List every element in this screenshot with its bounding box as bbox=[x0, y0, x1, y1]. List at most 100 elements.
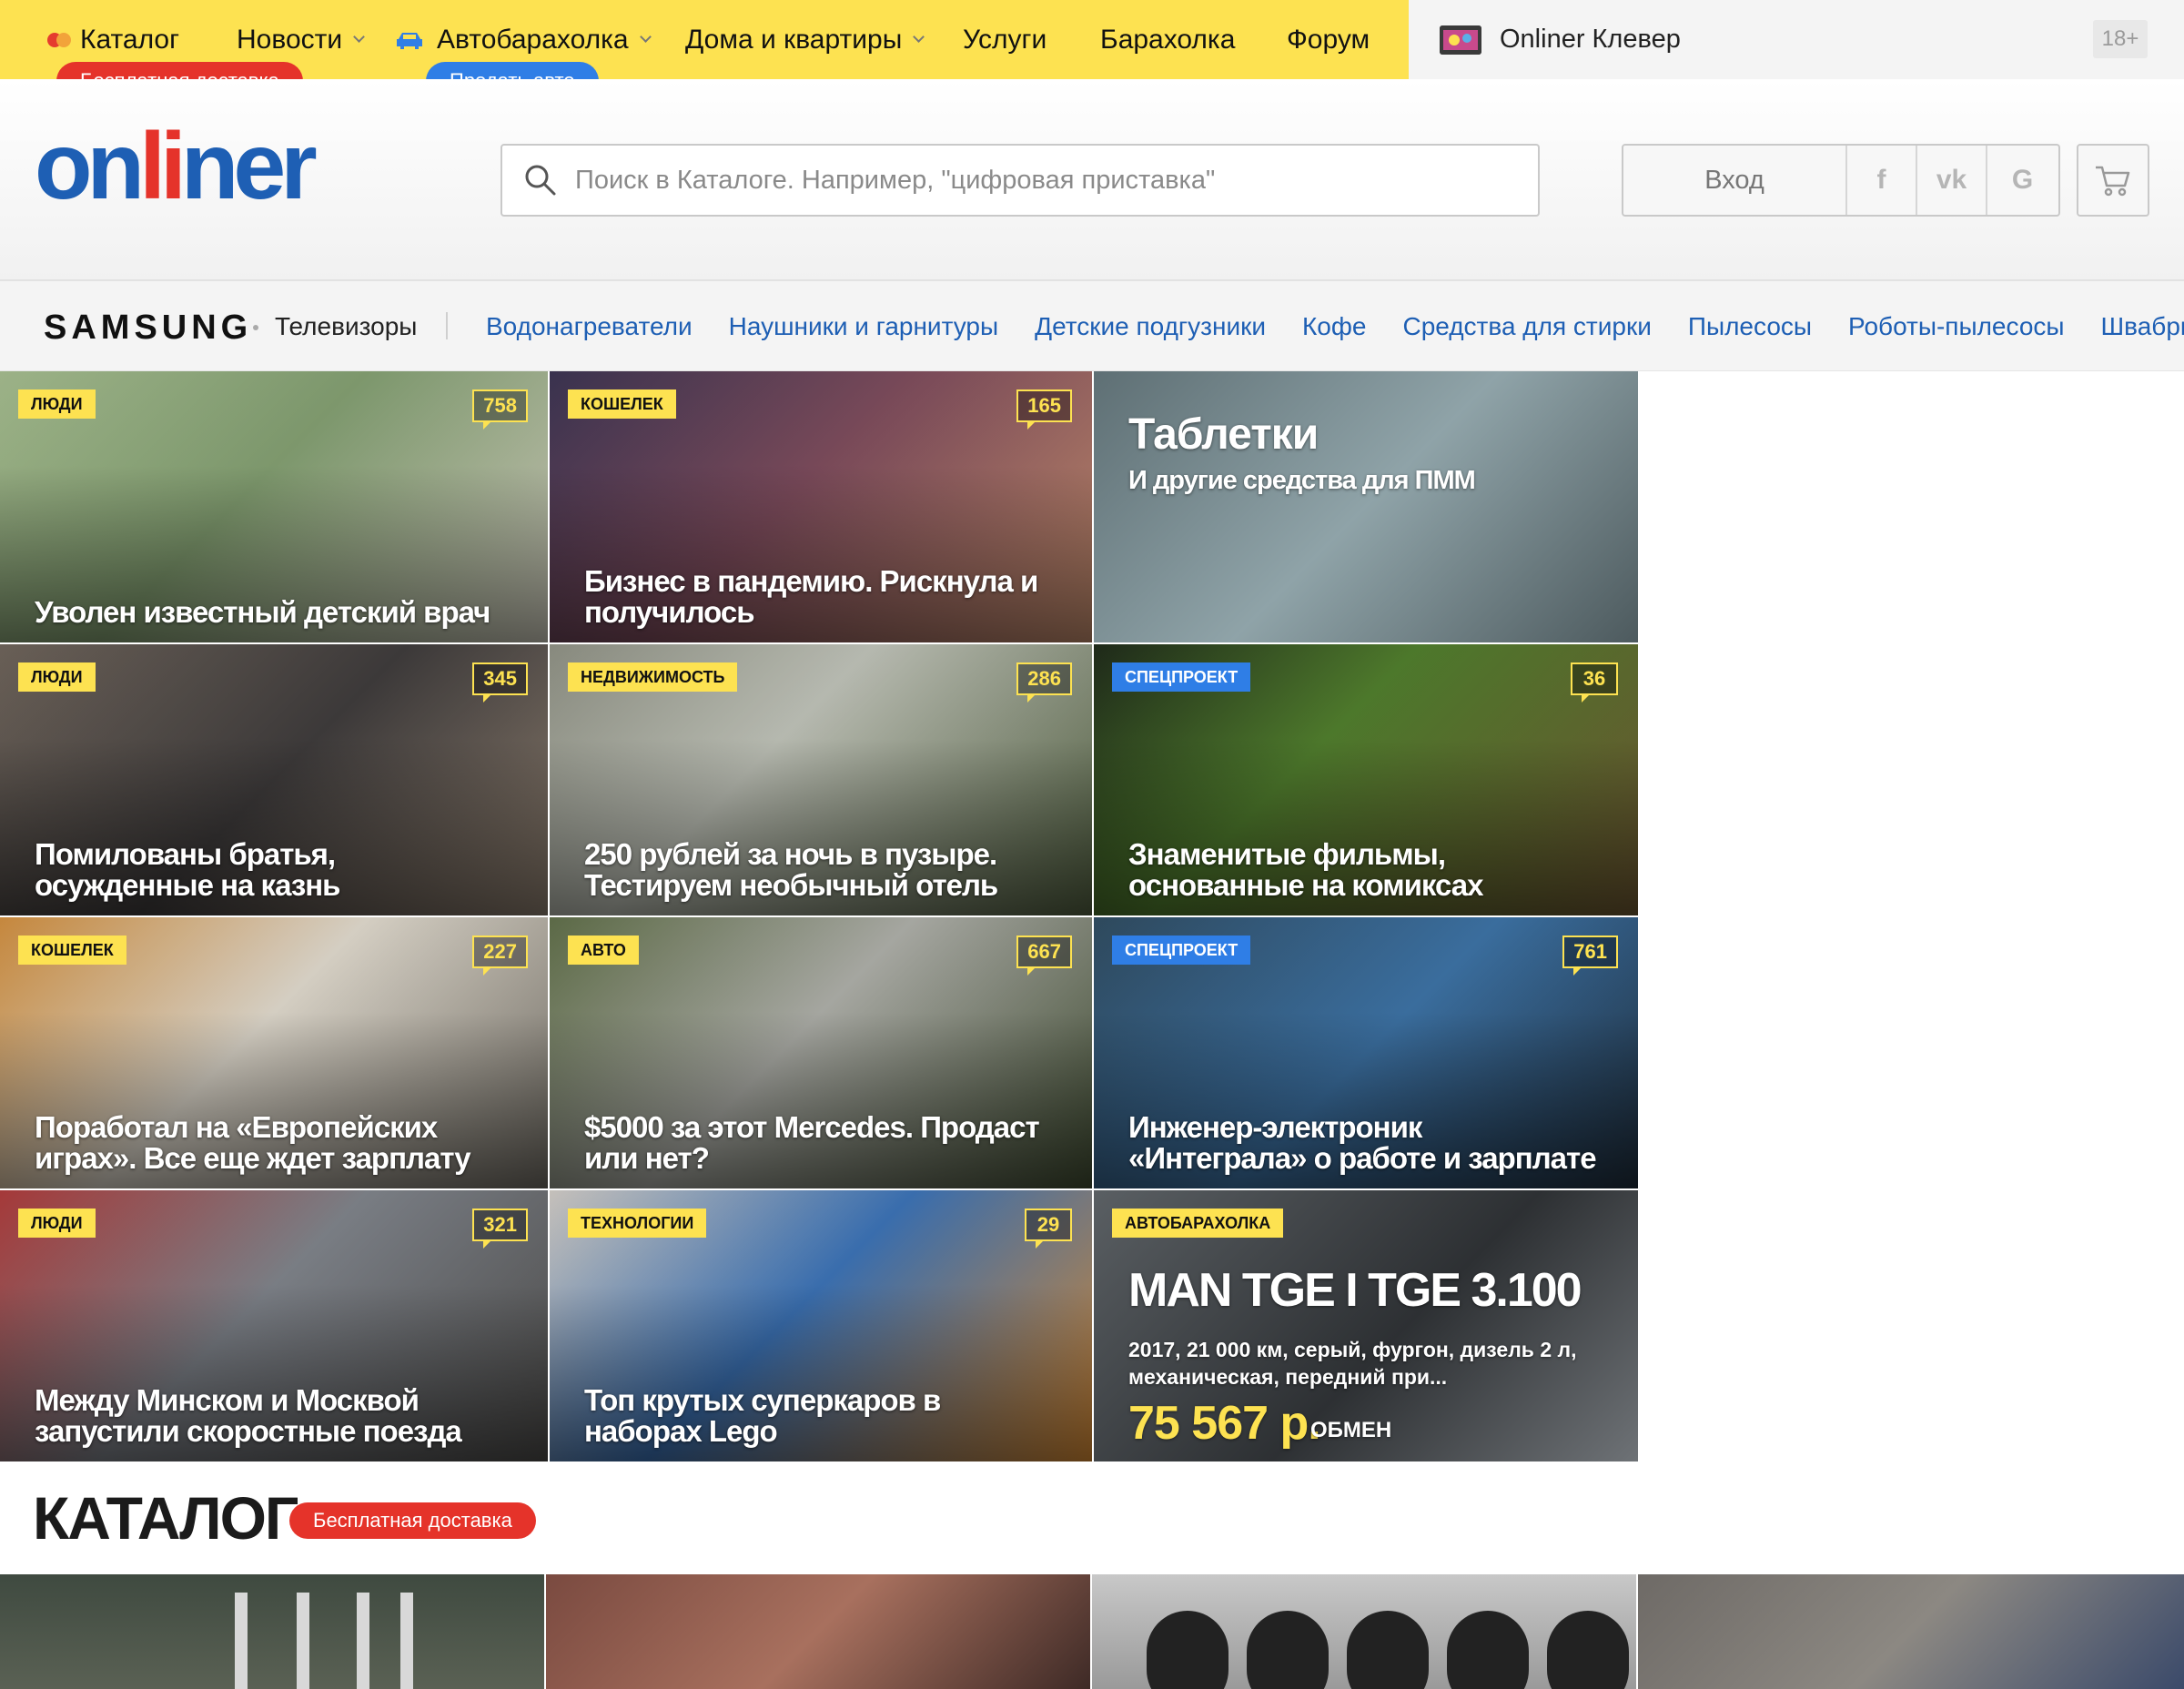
category-strip: SAMSUNG Телевизоры Водонагреватели Наушн… bbox=[0, 279, 2184, 371]
rubric-badge[interactable]: СПЕЦПРОЕКТ bbox=[1112, 936, 1251, 965]
category-link[interactable]: Кофе bbox=[1302, 308, 1367, 345]
ad-title[interactable]: MAN TGE I TGE 3.100 bbox=[1128, 1263, 1582, 1318]
nav-item-label: Барахолка bbox=[1100, 24, 1236, 55]
nav-item-label: Каталог bbox=[80, 24, 180, 55]
news-tile[interactable]: ТЕХНОЛОГИИ 29 Топ крутых суперкаров в на… bbox=[550, 1190, 1092, 1461]
logo-part: ner bbox=[180, 114, 318, 219]
logo-part-accent: li bbox=[139, 114, 187, 219]
news-title[interactable]: Топ крутых суперкаров в наборах Lego bbox=[584, 1385, 1061, 1447]
nav-item-forum[interactable]: Форум bbox=[1287, 0, 1370, 79]
news-title[interactable]: Знаменитые фильмы, основанные на комикса… bbox=[1128, 839, 1607, 901]
category-link[interactable]: Наушники и гарнитуры bbox=[729, 308, 999, 345]
catalog-dots-icon bbox=[47, 32, 71, 47]
samsung-logo[interactable]: SAMSUNG bbox=[44, 308, 252, 348]
category-link[interactable]: Пылесосы bbox=[1688, 308, 1812, 345]
catalog-tile[interactable] bbox=[546, 1574, 1090, 1689]
comments-count[interactable]: 345 bbox=[472, 662, 528, 703]
rubric-badge[interactable]: НЕДВИЖИМОСТЬ bbox=[568, 662, 738, 692]
main-menu: Каталог Новости Автобарахолка Дома и ква… bbox=[0, 0, 1409, 100]
chevron-down-icon bbox=[913, 31, 925, 43]
chevron-down-icon bbox=[353, 31, 366, 43]
news-title[interactable]: Бизнес в пандемию. Рискнула и получилось bbox=[584, 566, 1061, 628]
catalog-free-delivery-badge[interactable]: Бесплатная доставка bbox=[289, 1502, 536, 1539]
promo-subtitle: И другие средства для ПММ bbox=[1128, 466, 1476, 495]
category-link[interactable]: Средства для стирки bbox=[1402, 308, 1651, 345]
cart-icon bbox=[2096, 166, 2130, 197]
category-links: Водонагреватели Наушники и гарнитуры Дет… bbox=[486, 308, 2184, 345]
news-title[interactable]: 250 рублей за ночь в пузыре. Тестируем н… bbox=[584, 839, 1061, 901]
comments-count[interactable]: 227 bbox=[472, 936, 528, 976]
comments-count[interactable]: 758 bbox=[472, 389, 528, 430]
news-tile[interactable]: СПЕЦПРОЕКТ 761 Инженер-электроник «Интег… bbox=[1094, 917, 1638, 1188]
category-link[interactable]: Водонагреватели bbox=[486, 308, 693, 345]
auth-panel: Вход f vk G bbox=[1622, 144, 2060, 217]
rubric-badge[interactable]: ЛЮДИ bbox=[18, 662, 96, 692]
divider bbox=[446, 312, 448, 339]
rubric-badge[interactable]: ЛЮДИ bbox=[18, 389, 96, 419]
news-tile[interactable]: КОШЕЛЕК 227 Поработал на «Европейских иг… bbox=[0, 917, 548, 1188]
search-box[interactable] bbox=[500, 144, 1540, 217]
news-tile[interactable]: СПЕЦПРОЕКТ 36 Знаменитые фильмы, основан… bbox=[1094, 644, 1638, 915]
google-login-button[interactable]: G bbox=[1987, 146, 2058, 215]
rubric-badge[interactable]: ТЕХНОЛОГИИ bbox=[568, 1209, 707, 1238]
klever-label: Onliner Клевер bbox=[1500, 25, 1681, 54]
news-tile[interactable]: КОШЕЛЕК 165 Бизнес в пандемию. Рискнула … bbox=[550, 371, 1092, 642]
cart-button[interactable] bbox=[2077, 144, 2149, 217]
nav-item-label: Автобарахолка bbox=[437, 24, 629, 55]
category-link[interactable]: Роботы-пылесосы bbox=[1848, 308, 2065, 345]
rubric-badge[interactable]: АВТО bbox=[568, 936, 639, 965]
comments-count[interactable]: 36 bbox=[1571, 662, 1618, 703]
category-link[interactable]: Швабры bbox=[2101, 308, 2184, 345]
auto-ad-tile[interactable]: АВТОБАРАХОЛКА MAN TGE I TGE 3.100 2017, … bbox=[1094, 1190, 1638, 1461]
news-tile[interactable]: ЛЮДИ 345 Помилованы братья, осужденные н… bbox=[0, 644, 548, 915]
rubric-badge[interactable]: СПЕЦПРОЕКТ bbox=[1112, 662, 1251, 692]
news-title[interactable]: Между Минском и Москвой запустили скорос… bbox=[35, 1385, 517, 1447]
comments-count[interactable]: 286 bbox=[1016, 662, 1072, 703]
catalog-tile[interactable] bbox=[1092, 1574, 1636, 1689]
nav-item-services[interactable]: Услуги bbox=[963, 0, 1046, 79]
search-input[interactable] bbox=[573, 164, 1483, 197]
vk-login-button[interactable]: vk bbox=[1917, 146, 1987, 215]
news-title[interactable]: Поработал на «Европейских играх». Все ещ… bbox=[35, 1112, 517, 1174]
news-title[interactable]: Помилованы братья, осужденные на казнь bbox=[35, 839, 517, 901]
nav-item-label: Дома и квартиры bbox=[685, 24, 903, 55]
catalog-heading[interactable]: КАТАЛОГ bbox=[33, 1483, 298, 1552]
news-title[interactable]: $5000 за этот Mercedes. Продаст или нет? bbox=[584, 1112, 1061, 1174]
rubric-badge[interactable]: КОШЕЛЕК bbox=[18, 936, 126, 965]
separator-dot bbox=[253, 325, 258, 330]
news-title[interactable]: Инженер-электроник «Интеграла» о работе … bbox=[1128, 1112, 1607, 1174]
catalog-tile[interactable] bbox=[0, 1574, 544, 1689]
nav-item-realty[interactable]: Дома и квартиры bbox=[685, 0, 925, 79]
news-tile[interactable]: НЕДВИЖИМОСТЬ 286 250 рублей за ночь в пу… bbox=[550, 644, 1092, 915]
promo-title[interactable]: Таблетки bbox=[1128, 410, 1319, 460]
top-navigation: Каталог Новости Автобарахолка Дома и ква… bbox=[0, 0, 2184, 100]
category-link-tv[interactable]: Телевизоры bbox=[275, 308, 417, 345]
catalog-tile[interactable] bbox=[1638, 1574, 2184, 1689]
ad-exchange-label: ОБМЕН bbox=[1310, 1418, 1392, 1442]
news-tile[interactable]: ЛЮДИ 758 Уволен известный детский врач bbox=[0, 371, 548, 642]
nav-item-baraholka[interactable]: Барахолка bbox=[1100, 0, 1235, 79]
category-link[interactable]: Детские подгузники bbox=[1035, 308, 1266, 345]
search-icon bbox=[525, 165, 556, 196]
comments-count[interactable]: 29 bbox=[1025, 1209, 1072, 1249]
news-title[interactable]: Уволен известный детский врач bbox=[35, 597, 517, 628]
comments-count[interactable]: 165 bbox=[1016, 389, 1072, 430]
rubric-badge[interactable]: КОШЕЛЕК bbox=[568, 389, 676, 419]
login-button[interactable]: Вход bbox=[1623, 146, 1847, 215]
logo-part: on bbox=[35, 114, 145, 219]
vk-icon: vk bbox=[1936, 165, 1967, 195]
rubric-badge[interactable]: АВТОБАРАХОЛКА bbox=[1112, 1209, 1284, 1238]
comments-count[interactable]: 761 bbox=[1562, 936, 1618, 976]
news-tile[interactable]: ЛЮДИ 321 Между Минском и Москвой запусти… bbox=[0, 1190, 548, 1461]
rubric-badge[interactable]: ЛЮДИ bbox=[18, 1209, 96, 1238]
comments-count[interactable]: 667 bbox=[1016, 936, 1072, 976]
facebook-login-button[interactable]: f bbox=[1847, 146, 1917, 215]
promo-tile[interactable]: Таблетки И другие средства для ПММ bbox=[1094, 371, 1638, 642]
klever-link[interactable]: Onliner Клевер bbox=[1440, 0, 1681, 79]
comments-count[interactable]: 321 bbox=[472, 1209, 528, 1249]
age-rating-badge: 18+ bbox=[2093, 20, 2148, 58]
onliner-logo[interactable]: onliner bbox=[35, 119, 318, 214]
site-header: onliner Вход f vk G bbox=[0, 79, 2184, 279]
news-tile[interactable]: АВТО 667 $5000 за этот Mercedes. Продаст… bbox=[550, 917, 1092, 1188]
klever-bar: Onliner Клевер 18+ bbox=[1409, 0, 2184, 79]
